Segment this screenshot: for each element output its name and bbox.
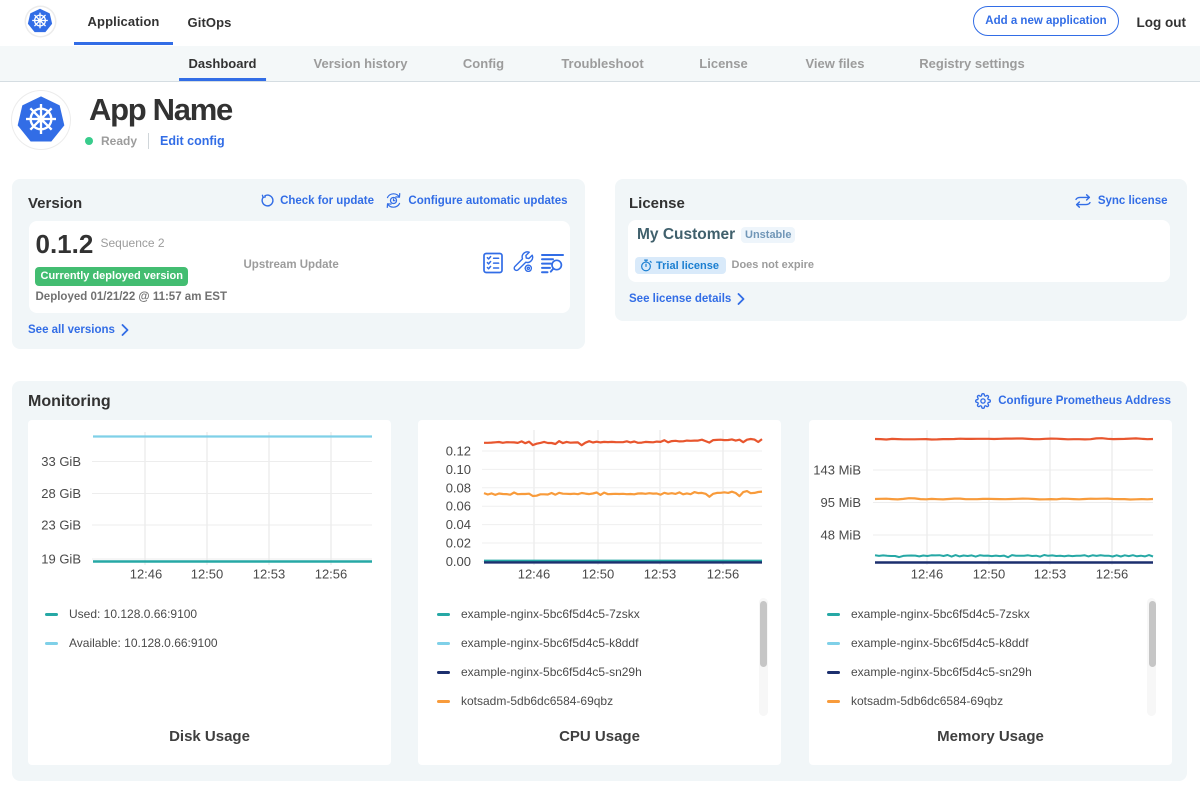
- svg-text:12:46: 12:46: [130, 567, 163, 582]
- svg-text:12:50: 12:50: [973, 567, 1006, 582]
- svg-text:12:53: 12:53: [253, 567, 286, 582]
- svg-text:12:53: 12:53: [1034, 567, 1067, 582]
- svg-text:12:50: 12:50: [191, 567, 224, 582]
- svg-text:19 GiB: 19 GiB: [41, 552, 81, 567]
- svg-text:12:56: 12:56: [707, 567, 740, 582]
- svg-text:12:50: 12:50: [582, 567, 615, 582]
- svg-text:28 GiB: 28 GiB: [41, 486, 81, 501]
- svg-text:12:46: 12:46: [518, 567, 551, 582]
- svg-text:23 GiB: 23 GiB: [41, 518, 81, 533]
- svg-text:95 MiB: 95 MiB: [821, 495, 861, 510]
- svg-text:0.10: 0.10: [446, 462, 471, 477]
- svg-text:0.04: 0.04: [446, 517, 471, 532]
- svg-text:0.08: 0.08: [446, 480, 471, 495]
- svg-text:0.12: 0.12: [446, 444, 471, 459]
- svg-text:12:56: 12:56: [315, 567, 348, 582]
- svg-text:0.00: 0.00: [446, 554, 471, 569]
- svg-text:48 MiB: 48 MiB: [821, 528, 861, 543]
- svg-text:33 GiB: 33 GiB: [41, 454, 81, 469]
- svg-text:143 MiB: 143 MiB: [813, 463, 861, 478]
- svg-text:12:53: 12:53: [644, 567, 677, 582]
- svg-text:12:56: 12:56: [1096, 567, 1129, 582]
- svg-text:0.02: 0.02: [446, 536, 471, 551]
- svg-text:0.06: 0.06: [446, 499, 471, 514]
- svg-text:12:46: 12:46: [911, 567, 944, 582]
